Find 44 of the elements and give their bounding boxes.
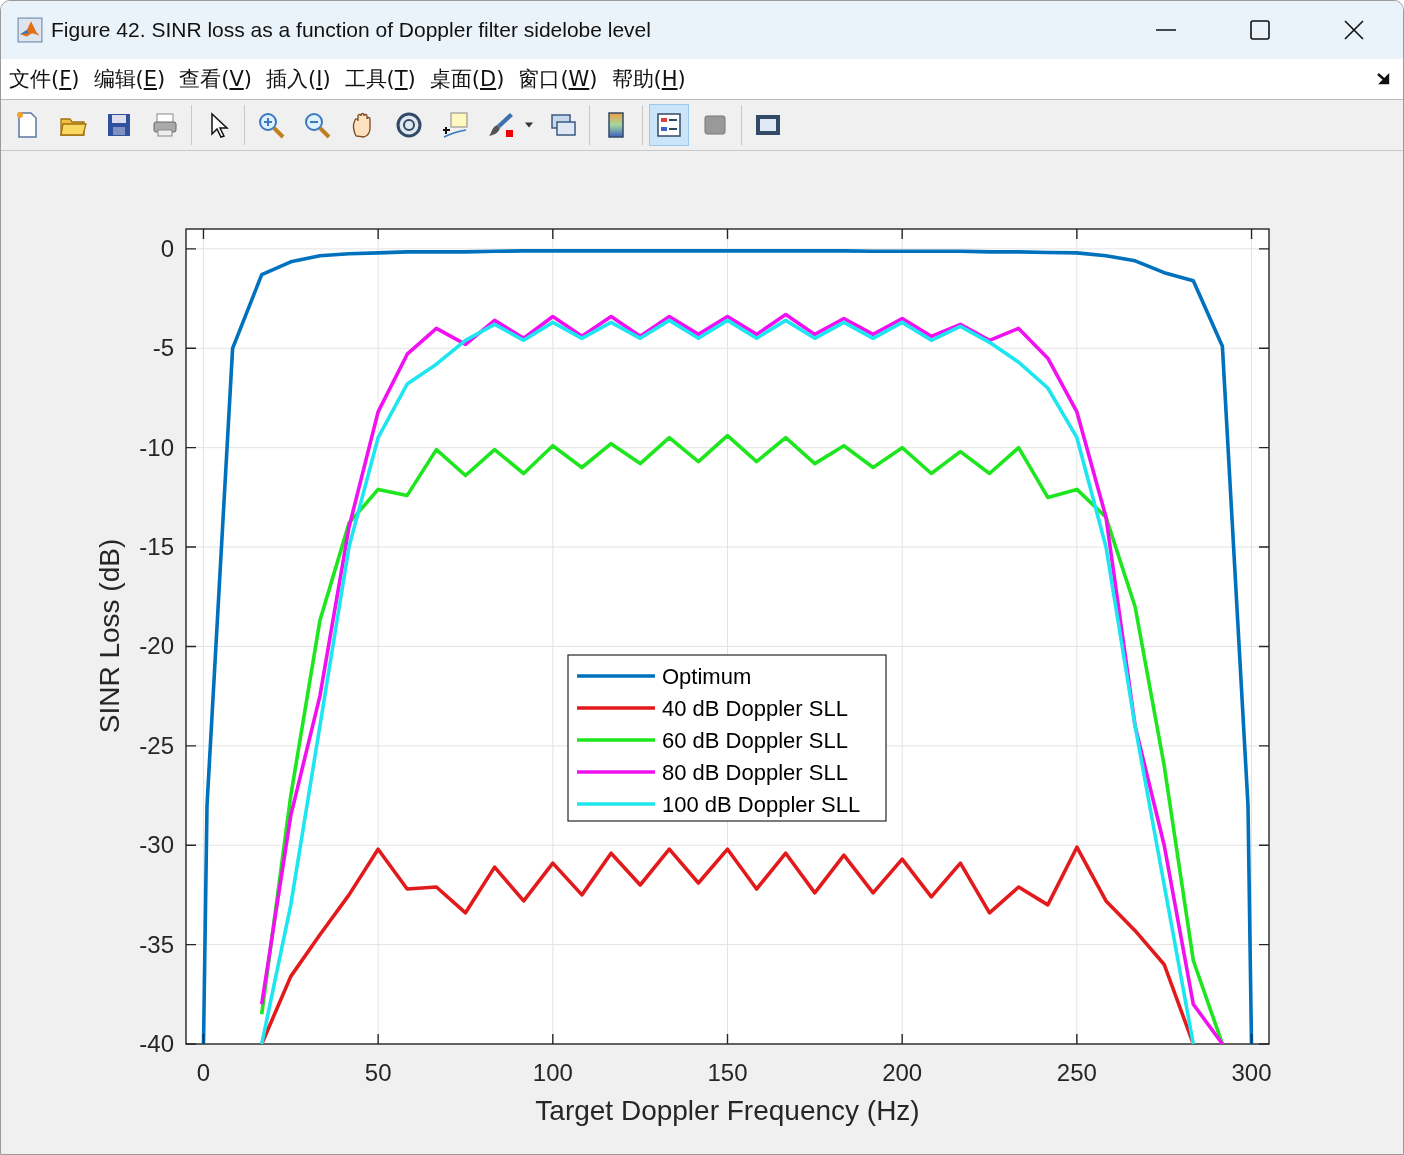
y-tick-label: -30 (139, 831, 174, 859)
print-icon (150, 110, 180, 140)
rotate-icon (394, 110, 424, 140)
data-tip-icon (440, 110, 470, 140)
x-tick-label: 0 (196, 1059, 211, 1086)
legend-label: Optimum (662, 664, 752, 689)
menu-item[interactable]: 编辑(E) (93, 65, 166, 93)
app-logo-icon (17, 17, 43, 43)
y-tick-label: 0 (160, 234, 174, 262)
x-tick-label: 200 (882, 1059, 923, 1086)
brush-icon (486, 110, 516, 140)
menu-item[interactable]: 查看(V) (179, 65, 252, 93)
caret-icon (524, 122, 534, 128)
x-tick-label: 250 (1056, 1059, 1097, 1086)
y-tick-label: -40 (139, 1030, 174, 1057)
close-icon[interactable] (1343, 19, 1365, 41)
x-tick-label: 100 (532, 1059, 573, 1086)
legend-label: 80 dB Doppler SLL (662, 760, 848, 785)
y-tick-label: -10 (139, 433, 174, 461)
x-tick-label: 50 (364, 1059, 392, 1086)
legend-label: 60 dB Doppler SLL (662, 728, 848, 753)
x-axis-label: Target Doppler Frequency (Hz) (535, 1095, 920, 1126)
x-tick-label: 150 (707, 1059, 748, 1086)
zoom-in-icon (256, 110, 286, 140)
legend-label: 100 dB Doppler SLL (662, 792, 861, 817)
y-tick-label: -20 (139, 632, 174, 660)
zoom-out-icon (302, 110, 332, 140)
menu-item[interactable]: 帮助(H) (611, 65, 686, 93)
toolbar-button[interactable] (649, 104, 689, 146)
legend-icon (654, 110, 684, 140)
window-title: Figure 42. SINR loss as a function of Doppler filter sidelobe level (51, 18, 651, 42)
y-axis-label: SINR Loss (dB) (94, 538, 125, 734)
maximize-icon[interactable] (1249, 19, 1271, 41)
y-tick-label: -15 (139, 533, 174, 561)
y-tick-label: -25 (139, 731, 174, 759)
legend-label: 40 dB Doppler SLL (662, 696, 848, 721)
y-tick-label: -35 (139, 930, 174, 958)
menu-item[interactable]: 桌面(D) (429, 65, 505, 93)
menu-item[interactable]: 文件(F) (9, 65, 80, 93)
y-tick-label: -5 (152, 334, 174, 362)
x-tick-label: 300 (1231, 1059, 1272, 1086)
menu-item[interactable]: 插入(I) (265, 65, 331, 93)
menu-item[interactable]: 窗口(W) (518, 65, 598, 93)
menu-item[interactable]: 工具(T) (344, 65, 416, 93)
